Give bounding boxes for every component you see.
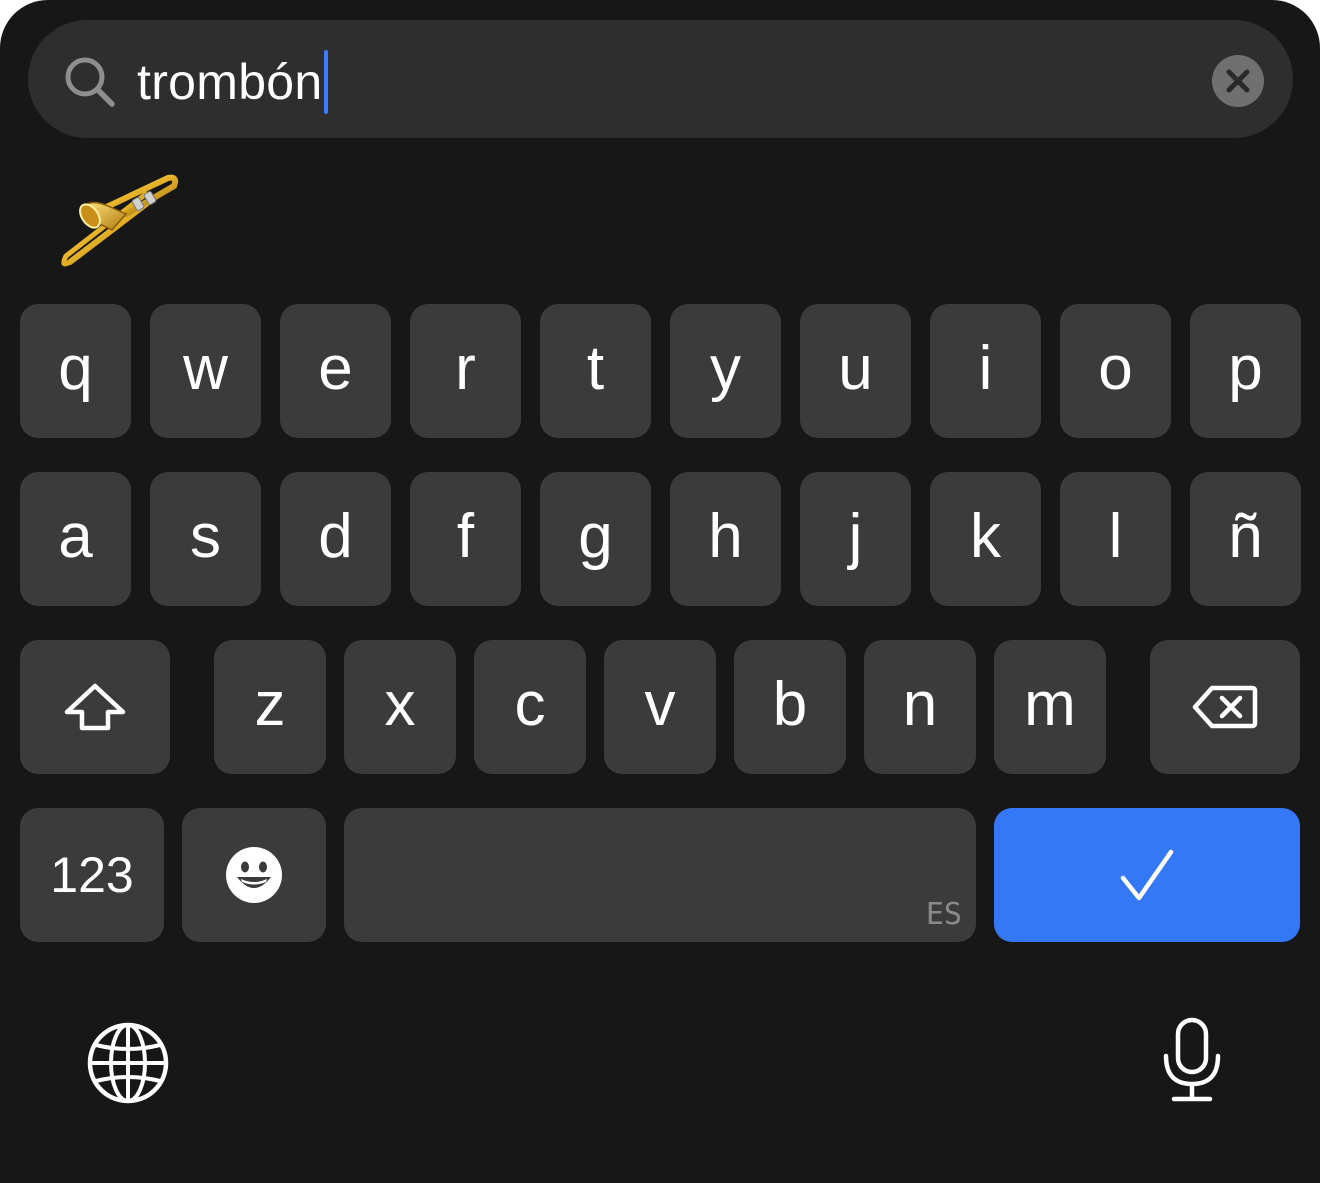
key-k[interactable]: k — [930, 472, 1041, 606]
numbers-key-label: 123 — [50, 847, 134, 903]
keyboard-language-label: ES — [925, 897, 962, 932]
key-f[interactable]: f — [410, 472, 521, 606]
key-j[interactable]: j — [800, 472, 911, 606]
key-ñ[interactable]: ñ — [1190, 472, 1301, 606]
key-label: p — [1228, 333, 1263, 403]
key-label: b — [772, 669, 808, 739]
checkmark-icon — [1120, 849, 1174, 901]
text-caret — [323, 50, 328, 114]
globe-icon[interactable] — [86, 1021, 170, 1105]
key-label: h — [708, 501, 743, 571]
key-t[interactable]: t — [540, 304, 651, 438]
key-e[interactable]: e — [280, 304, 391, 438]
clear-search-button[interactable] — [1212, 55, 1264, 107]
key-h[interactable]: h — [670, 472, 781, 606]
key-b[interactable]: b — [734, 640, 846, 774]
key-label: s — [190, 501, 221, 571]
key-label: e — [318, 333, 353, 403]
key-p[interactable]: p — [1190, 304, 1301, 438]
key-s[interactable]: s — [150, 472, 261, 606]
key-label: q — [58, 333, 93, 403]
microphone-icon[interactable] — [1160, 1016, 1224, 1104]
numbers-key[interactable]: 123 — [20, 808, 164, 942]
key-label: ñ — [1228, 501, 1263, 571]
emoji-key[interactable] — [182, 808, 326, 942]
key-label: x — [384, 669, 416, 739]
key-label: a — [58, 501, 93, 571]
key-label: r — [455, 333, 476, 403]
shift-key[interactable] — [20, 640, 170, 774]
key-a[interactable]: a — [20, 472, 131, 606]
key-label: t — [586, 333, 605, 403]
key-label: f — [456, 501, 475, 571]
key-i[interactable]: i — [930, 304, 1041, 438]
key-o[interactable]: o — [1060, 304, 1171, 438]
key-label: z — [254, 669, 286, 739]
smiley-face-icon — [226, 847, 282, 903]
space-key[interactable]: ES — [344, 808, 976, 942]
key-v[interactable]: v — [604, 640, 716, 774]
key-label: k — [970, 501, 1001, 571]
trombone-emoji[interactable] — [56, 168, 180, 272]
key-z[interactable]: z — [214, 640, 326, 774]
close-icon — [1226, 69, 1250, 93]
key-label: v — [644, 669, 676, 739]
key-label: j — [848, 501, 863, 571]
key-label: n — [902, 669, 938, 739]
key-c[interactable]: c — [474, 640, 586, 774]
key-g[interactable]: g — [540, 472, 651, 606]
delete-backspace-icon — [1192, 685, 1258, 729]
key-label: l — [1108, 501, 1123, 571]
key-m[interactable]: m — [994, 640, 1106, 774]
key-d[interactable]: d — [280, 472, 391, 606]
key-label: o — [1098, 333, 1133, 403]
keyboard-frame: trombón 123 ES q w e r t y u i o p a s d… — [0, 0, 1320, 1183]
key-n[interactable]: n — [864, 640, 976, 774]
key-label: u — [838, 333, 873, 403]
search-input[interactable]: trombón — [137, 50, 328, 114]
key-q[interactable]: q — [20, 304, 131, 438]
delete-key[interactable] — [1150, 640, 1300, 774]
key-l[interactable]: l — [1060, 472, 1171, 606]
key-label: d — [318, 501, 353, 571]
key-label: g — [578, 501, 613, 571]
key-x[interactable]: x — [344, 640, 456, 774]
key-y[interactable]: y — [670, 304, 781, 438]
key-label: y — [710, 333, 741, 403]
key-r[interactable]: r — [410, 304, 521, 438]
done-key[interactable] — [994, 808, 1300, 942]
key-u[interactable]: u — [800, 304, 911, 438]
shift-arrow-icon — [64, 683, 126, 731]
key-label: c — [514, 669, 546, 739]
search-query: trombón — [137, 54, 323, 110]
key-label: i — [978, 333, 993, 403]
key-w[interactable]: w — [150, 304, 261, 438]
search-icon — [65, 57, 115, 107]
key-label: w — [183, 333, 228, 403]
key-label: m — [1024, 669, 1076, 739]
